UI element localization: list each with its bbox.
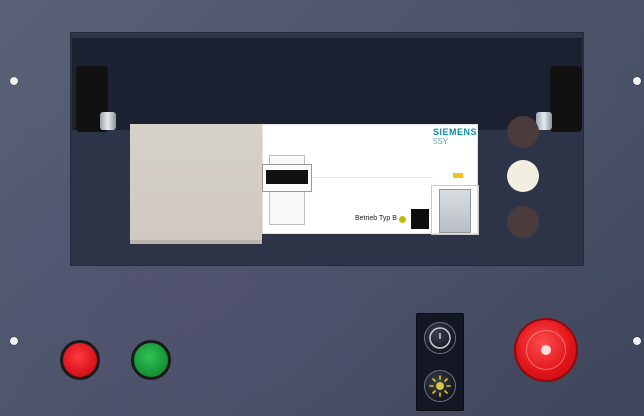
indicator-lamp-bottom — [507, 206, 539, 238]
emergency-stop-button[interactable] — [514, 318, 578, 382]
status-led — [399, 216, 406, 223]
power-icon — [429, 327, 451, 349]
rcd-module: SIEMENS 5SY Betrieb Typ B — [262, 124, 479, 235]
screw — [10, 77, 18, 85]
control-panel: SIEMENS 5SY Betrieb Typ B — [0, 0, 644, 416]
screw — [633, 337, 641, 345]
sun-icon — [429, 375, 451, 397]
indicator-lamp-middle — [507, 160, 539, 192]
breaker-lever[interactable] — [266, 170, 308, 184]
brand-label: SIEMENS — [433, 127, 478, 137]
model-label: 5SY — [433, 137, 449, 146]
rail-bracket-right — [550, 66, 582, 132]
blank-module — [130, 124, 262, 244]
knob-panel — [416, 313, 464, 411]
rcd-switch[interactable] — [439, 189, 471, 233]
brightness-knob[interactable] — [424, 370, 456, 402]
bolt-left — [100, 112, 116, 130]
red-push-button[interactable] — [60, 340, 100, 380]
screw — [633, 77, 641, 85]
estop-center — [541, 345, 551, 355]
trip-indicator — [453, 173, 463, 178]
test-button[interactable] — [411, 209, 429, 229]
green-push-button[interactable] — [131, 340, 171, 380]
power-knob[interactable] — [424, 322, 456, 354]
breaker-slot — [262, 155, 312, 225]
din-rail-cover — [72, 38, 582, 130]
status-label: Betrieb Typ B — [355, 215, 397, 222]
indicator-lamp-top — [507, 116, 539, 148]
screw — [10, 337, 18, 345]
